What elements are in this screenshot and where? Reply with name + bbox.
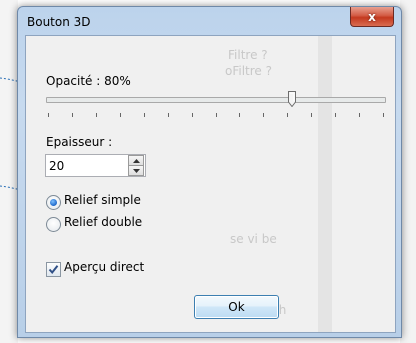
relief-double-radio[interactable] — [46, 217, 61, 232]
background-text: oFiltre ? — [225, 64, 272, 78]
thickness-label: Epaisseur : — [46, 135, 113, 149]
opacity-slider-thumb[interactable] — [288, 91, 296, 108]
slider-tick — [168, 113, 169, 117]
slider-tick — [335, 113, 336, 117]
relief-simple-label[interactable]: Relief simple — [64, 193, 141, 207]
slider-tick — [359, 113, 360, 117]
background-app-right-strip — [400, 0, 416, 343]
ok-button[interactable]: Ok — [194, 295, 279, 319]
relief-simple-radio[interactable] — [46, 195, 61, 210]
slider-tick — [96, 113, 97, 117]
slider-tick — [192, 113, 193, 117]
background-app-strip — [0, 0, 18, 343]
title-bar[interactable]: Bouton 3D x — [18, 7, 401, 35]
checkmark-icon — [48, 265, 59, 275]
ok-button-label: Ok — [228, 300, 245, 314]
slider-tick — [263, 113, 264, 117]
dialog-window: Bouton 3D x Filtre ? oFiltre ? se vi be … — [17, 6, 402, 338]
slider-tick — [239, 113, 240, 117]
preview-checkbox[interactable] — [46, 262, 61, 277]
background-text: se vi be — [230, 232, 277, 246]
dialog-client-area: Filtre ? oFiltre ? se vi be ias h Opacit… — [25, 35, 396, 333]
relief-double-label[interactable]: Relief double — [64, 215, 142, 229]
background-column — [318, 36, 332, 332]
preview-label[interactable]: Aperçu direct — [64, 260, 144, 274]
slider-tick — [120, 113, 121, 117]
thickness-spinbox[interactable] — [45, 154, 146, 177]
slider-tick — [311, 113, 312, 117]
close-button[interactable]: x — [350, 7, 394, 27]
slider-tick — [216, 113, 217, 117]
close-icon: x — [368, 9, 376, 24]
slider-tick — [72, 113, 73, 117]
background-text: Filtre ? — [228, 48, 268, 62]
chevron-down-icon — [132, 168, 140, 173]
chevron-up-icon — [132, 158, 140, 163]
slider-tick — [48, 113, 49, 117]
opacity-slider-ticks — [48, 113, 384, 118]
opacity-label: Opacité : 80% — [46, 74, 131, 88]
opacity-slider-track[interactable] — [46, 97, 386, 103]
slider-tick — [287, 113, 288, 117]
thickness-input[interactable] — [49, 158, 119, 173]
slider-tick — [383, 113, 384, 117]
slider-tick — [144, 113, 145, 117]
window-title: Bouton 3D — [27, 15, 91, 29]
spin-down-button[interactable] — [128, 165, 144, 176]
